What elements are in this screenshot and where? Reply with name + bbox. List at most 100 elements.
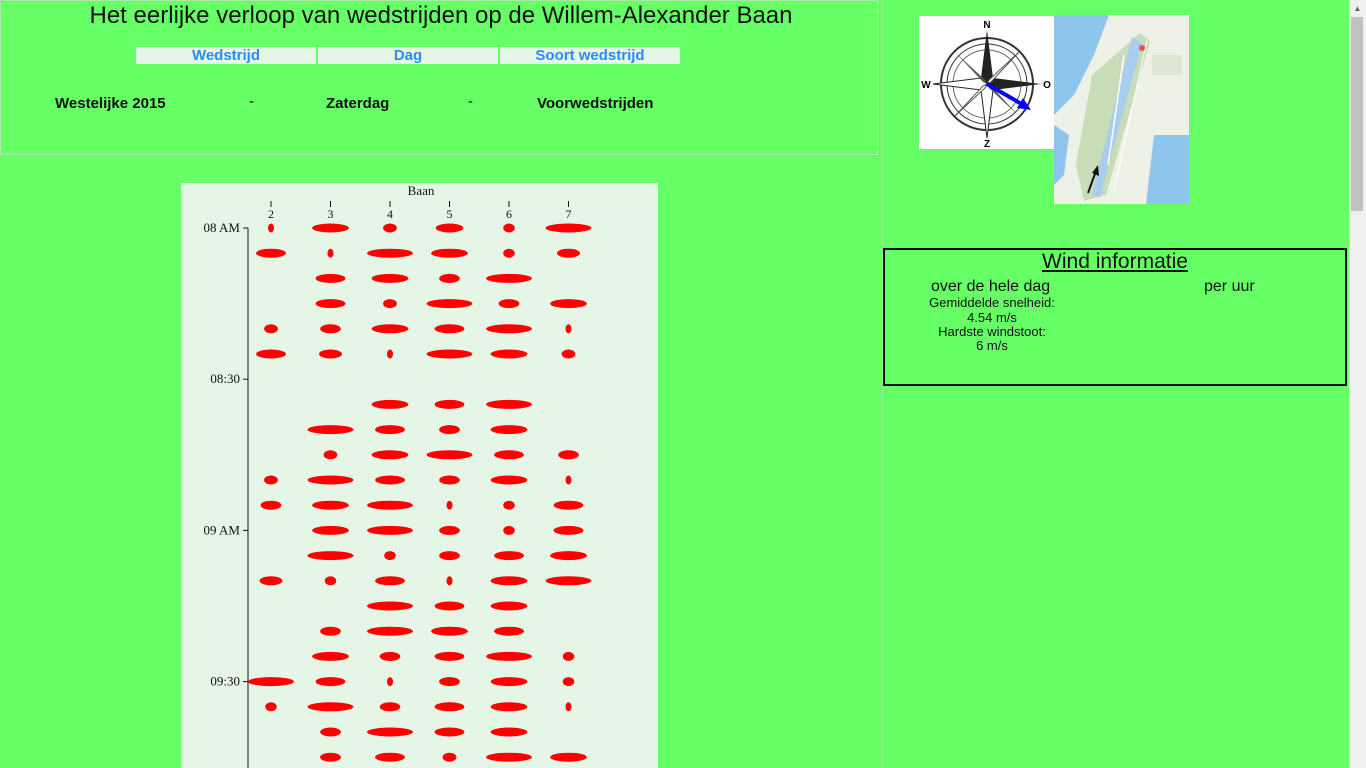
race-marker — [557, 248, 580, 258]
race-marker — [434, 651, 465, 661]
race-marker — [490, 727, 528, 737]
race-marker — [387, 677, 393, 687]
race-marker — [435, 223, 464, 233]
race-marker — [498, 299, 520, 309]
race-marker — [434, 324, 465, 334]
wind-whole-day-label: over de hele dag — [931, 278, 1051, 295]
race-marker — [446, 500, 453, 510]
x-tick-label: 6 — [506, 207, 512, 221]
race-marker — [312, 500, 349, 510]
race-marker — [256, 248, 286, 258]
race-marker — [264, 324, 278, 334]
race-marker — [248, 677, 294, 687]
compass-west-label: W — [921, 80, 931, 91]
race-marker — [312, 525, 349, 535]
race-marker — [387, 349, 393, 359]
race-marker — [503, 223, 515, 233]
compass-north-label: N — [983, 20, 990, 31]
race-marker — [383, 299, 397, 309]
race-marker — [426, 299, 473, 309]
race-marker — [426, 349, 473, 359]
race-marker — [312, 651, 349, 661]
compass-image: N Z W O — [919, 16, 1054, 150]
race-marker — [434, 727, 465, 737]
race-marker — [434, 702, 465, 712]
race-marker — [553, 500, 584, 510]
menu-dag-button[interactable]: Dag — [318, 47, 498, 64]
race-marker — [439, 677, 460, 687]
y-tick-label: 09:30 — [210, 674, 240, 689]
race-marker — [494, 551, 524, 561]
vertical-scrollbar[interactable]: ▲ — [1349, 0, 1366, 768]
race-marker — [367, 525, 413, 535]
page-title: Het eerlijke verloop van wedstrijden op … — [89, 2, 793, 29]
wind-gust-label: Hardste windstoot: — [938, 324, 1046, 339]
race-marker — [486, 752, 532, 762]
race-marker — [490, 702, 528, 712]
y-tick-label: 08:30 — [210, 371, 240, 386]
wind-info-box: Wind informatie over de hele dag per uur… — [883, 248, 1347, 386]
x-tick-label: 4 — [387, 207, 393, 221]
race-marker — [320, 324, 341, 334]
race-marker — [565, 475, 572, 485]
race-marker — [265, 702, 277, 712]
wind-avg-value: 4.54 m/s — [967, 310, 1017, 325]
race-marker — [503, 500, 515, 510]
race-marker — [486, 651, 532, 661]
race-marker — [383, 223, 397, 233]
race-marker — [307, 475, 354, 485]
race-marker — [550, 752, 587, 762]
race-marker — [367, 601, 413, 611]
race-marker — [486, 399, 532, 409]
race-marker — [439, 425, 460, 435]
selected-wedstrijd: Westelijke 2015 — [55, 95, 166, 112]
race-marker — [553, 525, 584, 535]
race-marker — [256, 349, 286, 359]
race-marker — [565, 324, 572, 334]
race-marker — [312, 223, 349, 233]
race-marker — [494, 626, 524, 636]
y-tick-label: 09 AM — [204, 522, 241, 537]
x-tick-label: 5 — [447, 207, 453, 221]
race-marker — [375, 752, 405, 762]
race-marker — [439, 551, 460, 561]
race-marker — [371, 450, 409, 460]
race-marker — [260, 500, 282, 510]
scrollbar-thumb[interactable] — [1351, 17, 1363, 211]
race-marker — [367, 626, 413, 636]
race-marker — [315, 273, 346, 283]
race-marker — [446, 576, 453, 586]
race-marker — [490, 349, 528, 359]
race-marker — [490, 601, 528, 611]
compass-south-label: Z — [984, 139, 990, 149]
wind-per-hour-label: per uur — [1204, 278, 1255, 295]
race-marker — [503, 525, 515, 535]
race-marker — [323, 450, 338, 460]
race-marker — [324, 576, 337, 586]
menu-wedstrijd-button[interactable]: Wedstrijd — [136, 47, 316, 64]
race-marker — [315, 299, 346, 309]
race-marker — [371, 324, 409, 334]
left-panel: Het eerlijke verloop van wedstrijden op … — [0, 0, 881, 768]
race-marker — [319, 349, 342, 359]
wind-info-title: Wind informatie — [1042, 250, 1188, 273]
race-marker — [434, 601, 465, 611]
race-marker — [268, 223, 274, 233]
race-marker — [379, 651, 401, 661]
race-marker — [426, 450, 473, 460]
menu-soort-wedstrijd-button[interactable]: Soort wedstrijd — [500, 47, 680, 64]
race-marker — [327, 248, 334, 258]
x-tick-label: 3 — [328, 207, 334, 221]
x-tick-label: 7 — [566, 207, 572, 221]
chart-title: Baan — [408, 183, 435, 198]
race-marker — [431, 248, 468, 258]
chart-panel: Baan 2 3 4 5 6 7 08 AM 08:30 09 AM 09:30 — [181, 183, 658, 768]
race-marker — [375, 576, 405, 586]
race-marker — [486, 273, 532, 283]
scroll-up-arrow-icon[interactable]: ▲ — [1349, 0, 1366, 17]
race-marker — [490, 475, 528, 485]
race-marker — [384, 551, 396, 561]
race-marker — [371, 399, 409, 409]
race-marker — [561, 349, 576, 359]
race-marker — [367, 248, 413, 258]
